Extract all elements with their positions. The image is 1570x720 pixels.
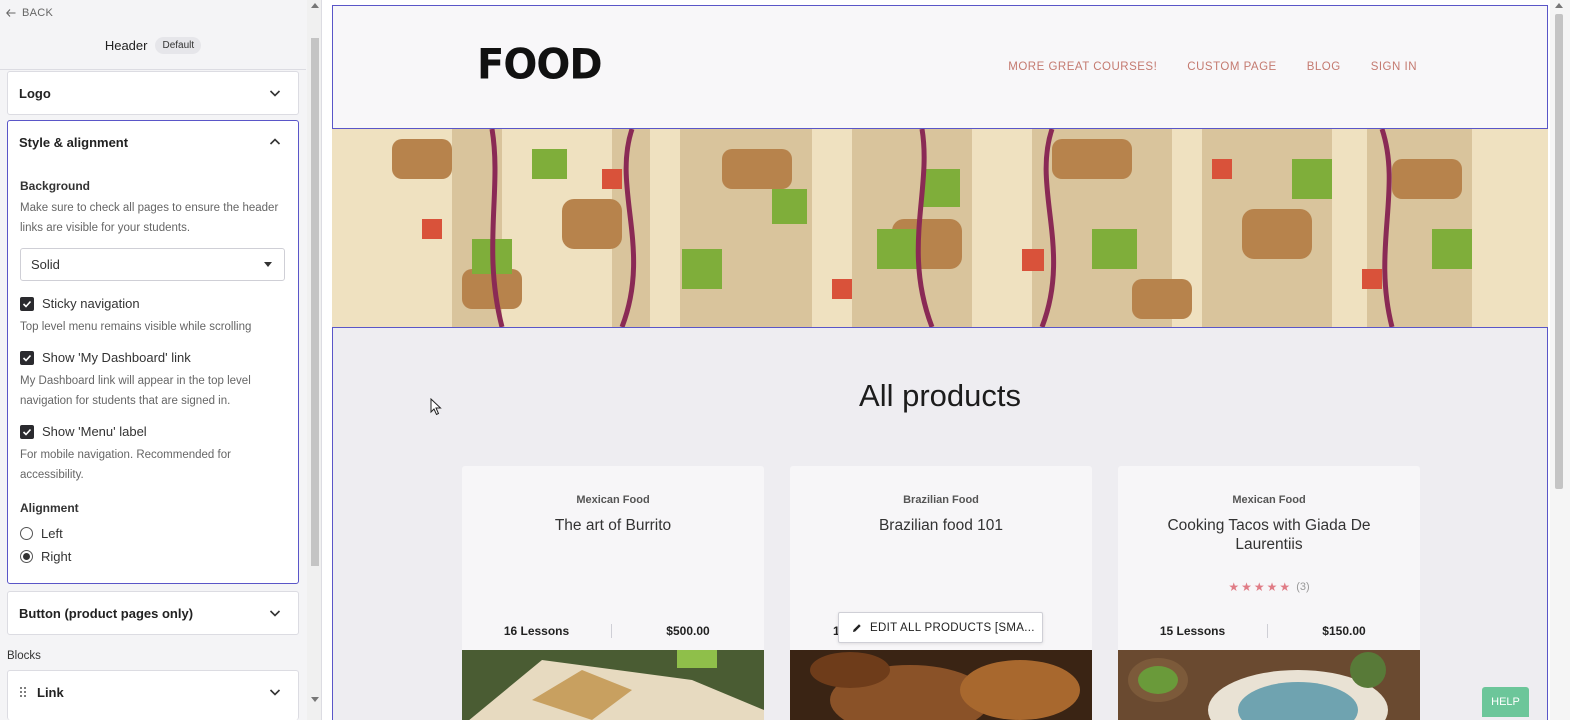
chevron-up-icon [269, 138, 281, 145]
product-title: Brazilian food 101 [878, 517, 1004, 534]
alignment-label: Alignment [20, 501, 79, 515]
panel-title: Header [104, 38, 148, 53]
nav-link-blog[interactable]: BLOG [1307, 61, 1341, 73]
product-card[interactable]: Mexican Food Cooking Tacos with Giada De… [1118, 466, 1420, 720]
scroll-up-icon[interactable] [1555, 3, 1563, 8]
alignment-right-label: Right [41, 549, 72, 564]
panel-header: Header Default [0, 37, 306, 54]
preview-scrollbar[interactable] [1550, 0, 1570, 720]
blocks-label: Blocks [7, 650, 41, 662]
caret-down-icon [264, 262, 272, 267]
nav-link-more-courses[interactable]: MORE GREAT COURSES! [1008, 61, 1157, 73]
product-category: Brazilian Food [903, 494, 979, 506]
product-price: $150.00 [1322, 624, 1366, 638]
background-select[interactable]: Solid [20, 248, 285, 281]
arrow-left-icon [6, 9, 16, 17]
site-header[interactable]: FOOD MORE GREAT COURSES! CUSTOM PAGE BLO… [332, 5, 1548, 129]
chevron-down-icon [269, 689, 281, 696]
menu-label-help: For mobile navigation. Recommended for a… [20, 449, 231, 481]
products-title: All products [859, 378, 1021, 413]
product-meta: 15 Lessons $150.00 [1118, 624, 1420, 638]
radio-selected-icon [20, 550, 33, 563]
edit-all-products-label: EDIT ALL PRODUCTS [SMA... [870, 621, 1035, 634]
nav-link-custom-page[interactable]: CUSTOM PAGE [1187, 61, 1276, 73]
star-icon: ★ [1253, 580, 1265, 594]
chevron-down-icon [269, 610, 281, 617]
star-icon: ★ [1241, 580, 1252, 594]
product-image-burrito [462, 650, 764, 720]
product-category: Mexican Food [576, 494, 650, 506]
alignment-right-radio[interactable]: Right [20, 549, 286, 564]
product-lessons: 16 Lessons [462, 624, 612, 638]
product-meta: 16 Lessons $500.00 [462, 624, 764, 638]
star-icon: ★ [1266, 580, 1278, 594]
hero-banner-image[interactable] [332, 129, 1548, 327]
product-category: Mexican Food [1232, 494, 1306, 506]
checkbox-checked-icon [20, 350, 34, 365]
product-title: The art of Burrito [554, 517, 672, 534]
dashboard-link-label: Show 'My Dashboard' link [42, 350, 191, 365]
help-button[interactable]: HELP [1482, 687, 1529, 717]
nav-link-sign-in[interactable]: SIGN IN [1371, 61, 1417, 73]
accordion-style-label: Style & alignment [19, 134, 129, 150]
checkbox-checked-icon [20, 296, 34, 311]
background-help: Make sure to check all pages to ensure t… [20, 202, 279, 234]
accordion-button[interactable]: Button (product pages only) [7, 591, 299, 635]
product-image-tacos [1118, 650, 1420, 720]
alignment-left-label: Left [41, 526, 63, 541]
dashboard-link-help: My Dashboard link will appear in the top… [20, 375, 251, 407]
accordion-logo-label: Logo [19, 85, 51, 101]
checkbox-checked-icon [20, 424, 34, 439]
accordion-style-header[interactable]: Style & alignment [8, 121, 298, 163]
header-settings-panel: BACK Header Default Logo Style & alignme… [0, 0, 322, 720]
product-price: $500.00 [666, 624, 710, 638]
scroll-up-icon[interactable] [311, 3, 319, 8]
sticky-navigation-help: Top level menu remains visible while scr… [20, 321, 252, 333]
radio-unselected-icon [20, 527, 33, 540]
drag-handle-icon[interactable] [19, 686, 27, 698]
scrollbar-thumb[interactable] [311, 38, 319, 566]
divider [0, 69, 306, 70]
products-section: All products Mexican Food The art of Bur… [332, 327, 1548, 720]
block-link[interactable]: Link [7, 670, 299, 720]
accordion-button-label: Button (product pages only) [19, 605, 194, 621]
product-card[interactable]: Mexican Food The art of Burrito 16 Lesso… [462, 466, 764, 720]
chevron-down-icon [269, 90, 281, 97]
menu-label-checkbox[interactable]: Show 'Menu' label [20, 424, 286, 439]
menu-label-label: Show 'Menu' label [42, 424, 147, 439]
alignment-left-radio[interactable]: Left [20, 526, 286, 541]
sticky-navigation-checkbox[interactable]: Sticky navigation [20, 296, 286, 311]
product-card[interactable]: Brazilian Food Brazilian food 101 1 [790, 466, 1092, 720]
back-label: BACK [22, 7, 54, 19]
accordion-style-alignment: Style & alignment Background Make sure t… [7, 120, 299, 584]
dashboard-link-checkbox[interactable]: Show 'My Dashboard' link [20, 350, 286, 365]
logo-text: FOOD [477, 40, 603, 90]
edit-all-products-button[interactable]: EDIT ALL PRODUCTS [SMA... [838, 612, 1043, 643]
site-nav: MORE GREAT COURSES! CUSTOM PAGE BLOG SIG… [1008, 61, 1417, 73]
accordion-logo[interactable]: Logo [7, 71, 299, 115]
pencil-icon [853, 623, 861, 632]
scrollbar-thumb[interactable] [1555, 14, 1563, 489]
product-lessons: 15 Lessons [1118, 624, 1268, 638]
star-icon: ★ [1228, 580, 1240, 594]
sticky-navigation-label: Sticky navigation [42, 296, 140, 311]
scroll-down-icon[interactable] [311, 697, 319, 702]
site-preview: FOOD MORE GREAT COURSES! CUSTOM PAGE BLO… [323, 0, 1570, 720]
panel-scrollbar[interactable] [307, 0, 321, 720]
default-badge: Default [155, 37, 202, 54]
rating-count: (3) [1296, 581, 1310, 593]
background-select-value: Solid [31, 257, 60, 272]
star-icon: ★ [1279, 580, 1291, 594]
mouse-cursor-icon [430, 398, 442, 416]
product-image-brazilian [790, 650, 1092, 720]
product-title: Cooking Tacos with Giada De Laurentiis [1167, 517, 1371, 553]
background-label: Background [20, 179, 91, 193]
back-link[interactable]: BACK [6, 7, 53, 19]
product-rating: ★ ★ ★ ★ ★ (3) [1118, 580, 1420, 594]
block-link-label: Link [37, 684, 64, 700]
site-logo[interactable]: FOOD [477, 40, 603, 90]
